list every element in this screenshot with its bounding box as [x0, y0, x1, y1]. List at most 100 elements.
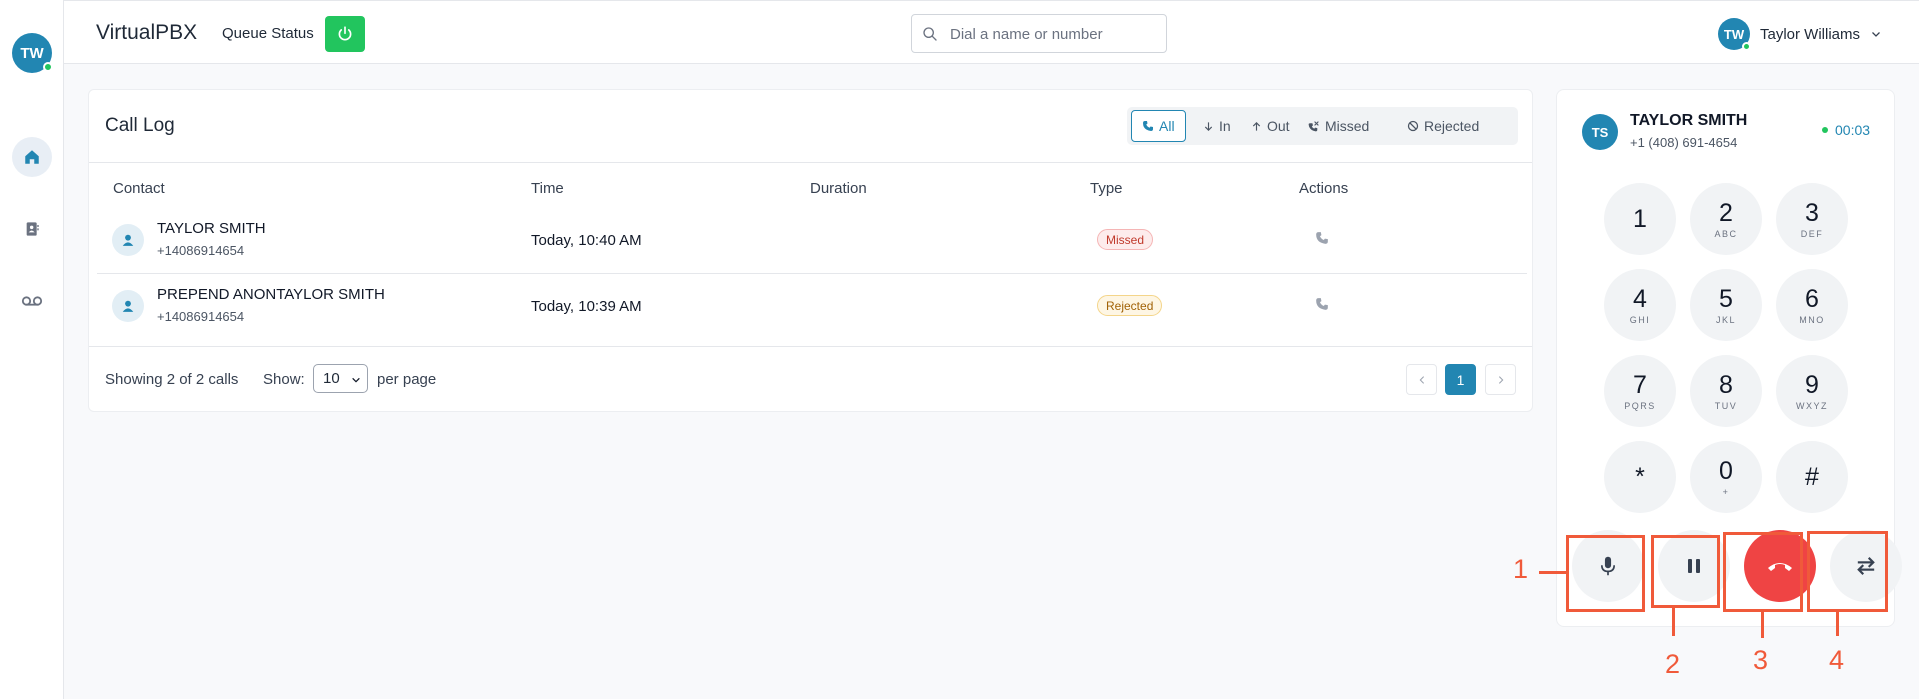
filter-label: In [1219, 118, 1231, 134]
keypad-key-hash[interactable]: # [1776, 441, 1848, 513]
key-digit: 1 [1633, 205, 1647, 233]
keypad-key-0[interactable]: 0 + [1690, 441, 1762, 513]
showing-count: Showing 2 of 2 calls [105, 371, 239, 388]
filter-tab-in[interactable]: In [1193, 110, 1241, 142]
user-online-dot [1742, 42, 1751, 51]
page-button-1[interactable]: 1 [1445, 364, 1476, 395]
transfer-button[interactable] [1830, 530, 1902, 602]
person-icon [122, 300, 134, 312]
call-log-card: Call Log All In Out Missed Rejected Cont… [88, 89, 1533, 412]
chevron-down-icon [1872, 32, 1880, 37]
sidebar-avatar-initials: TW [20, 44, 44, 62]
annotation-label-3: 3 [1753, 645, 1769, 675]
key-letters: GHI [1629, 314, 1651, 325]
queue-status-button[interactable] [325, 16, 365, 52]
keypad-key-9[interactable]: 9 WXYZ [1776, 355, 1848, 427]
hangup-button[interactable] [1744, 530, 1816, 602]
contact-name: TAYLOR SMITH [157, 220, 266, 237]
keypad-key-5[interactable]: 5 JKL [1690, 269, 1762, 341]
contacts-icon [26, 222, 39, 236]
call-back-button[interactable] [1315, 297, 1329, 316]
keypad-key-8[interactable]: 8 TUV [1690, 355, 1762, 427]
per-page-label: per page [377, 371, 437, 388]
key-digit: 2 [1719, 198, 1733, 227]
keypad-key-7[interactable]: 7 PQRS [1604, 355, 1676, 427]
annotation-leader-3 [1761, 612, 1764, 638]
pause-icon [1688, 559, 1700, 573]
filter-tab-rejected[interactable]: Rejected [1397, 110, 1489, 142]
call-time: Today, 10:39 AM [531, 298, 642, 315]
key-digit: 3 [1805, 198, 1819, 227]
keypad-key-4[interactable]: 4 GHI [1604, 269, 1676, 341]
queue-status-label: Queue Status [222, 25, 314, 42]
column-header-type: Type [1090, 180, 1123, 197]
keypad-key-6[interactable]: 6 MNO [1776, 269, 1848, 341]
active-call-dialer: TS TAYLOR SMITH +1 (408) 691-4654 00:03 … [1556, 89, 1902, 627]
sidebar-item-voicemail[interactable] [12, 281, 52, 321]
contact-avatar [112, 224, 144, 256]
status-badge: Missed [1097, 229, 1154, 250]
key-letters: PQRS [1624, 400, 1656, 411]
contact-number: +14086914654 [157, 243, 245, 258]
sidebar-item-home[interactable] [12, 137, 52, 177]
annotation-leader-2 [1672, 608, 1675, 636]
dial-search-input[interactable] [950, 23, 1155, 45]
caller-avatar: TS [1582, 114, 1618, 150]
call-back-button[interactable] [1315, 231, 1329, 250]
key-letters: MNO [1799, 314, 1825, 325]
caller-name: TAYLOR SMITH [1630, 112, 1748, 129]
person-icon [122, 234, 134, 246]
filter-tab-out[interactable]: Out [1241, 110, 1300, 142]
arrow-down-icon [1204, 121, 1213, 131]
keypad-key-1[interactable]: 1 [1604, 183, 1676, 255]
key-digit: * [1635, 463, 1645, 491]
key-letters: JKL [1715, 314, 1736, 325]
annotation-label-4: 4 [1829, 645, 1845, 675]
phone-icon [1143, 121, 1153, 131]
user-menu[interactable]: TW Taylor Williams [1718, 17, 1882, 51]
search-icon [923, 27, 937, 41]
key-digit: 5 [1719, 284, 1733, 313]
home-icon [25, 150, 39, 164]
contact-number: +14086914654 [157, 309, 245, 324]
call-filter-tabs: All In Out Missed Rejected [1127, 107, 1518, 145]
annotation-label-1: 1 [1513, 554, 1529, 584]
mute-button[interactable] [1572, 530, 1644, 602]
chevron-left-icon [1419, 375, 1424, 384]
table-row[interactable]: TAYLOR SMITH +14086914654 Today, 10:40 A… [97, 208, 1527, 274]
key-letters: ABC [1714, 228, 1738, 239]
per-page-value: 10 [323, 370, 340, 387]
call-active-dot [1822, 127, 1828, 133]
key-digit: 0 [1719, 456, 1733, 485]
user-avatar-initials: TW [1723, 26, 1745, 42]
key-digit: 7 [1633, 370, 1647, 399]
chevron-down-icon [352, 377, 360, 383]
call-time: Today, 10:40 AM [531, 232, 642, 249]
call-timer-value: 00:03 [1835, 122, 1871, 138]
sidebar-item-contacts[interactable] [12, 209, 52, 249]
arrow-up-icon [1252, 121, 1261, 131]
key-digit: 9 [1805, 370, 1819, 399]
filter-label: Missed [1325, 118, 1370, 134]
table-row[interactable]: PREPEND ANONTAYLOR SMITH +14086914654 To… [97, 274, 1527, 340]
call-timer: 00:03 [1822, 122, 1870, 138]
sidebar-avatar[interactable]: TW [12, 33, 53, 73]
per-page-select[interactable]: 10 [313, 364, 368, 393]
key-letters: TUV [1714, 400, 1738, 411]
previous-page-button[interactable] [1406, 364, 1437, 395]
phone-icon [1316, 298, 1328, 310]
hold-button[interactable] [1658, 530, 1730, 602]
keypad-key-3[interactable]: 3 DEF [1776, 183, 1848, 255]
keypad-key-star[interactable]: * [1604, 441, 1676, 513]
filter-tab-all[interactable]: All [1131, 110, 1186, 142]
annotation-label-2: 2 [1665, 649, 1681, 679]
dial-search-box[interactable] [911, 14, 1167, 53]
voicemail-icon [21, 296, 43, 306]
top-header: VirtualPBX Queue Status TW Taylor Willia… [64, 0, 1919, 64]
next-page-button[interactable] [1485, 364, 1516, 395]
key-digit: # [1805, 463, 1819, 491]
show-label: Show: [263, 371, 305, 388]
keypad-key-2[interactable]: 2 ABC [1690, 183, 1762, 255]
caller-number: +1 (408) 691-4654 [1630, 135, 1738, 150]
filter-tab-missed[interactable]: Missed [1297, 110, 1379, 142]
